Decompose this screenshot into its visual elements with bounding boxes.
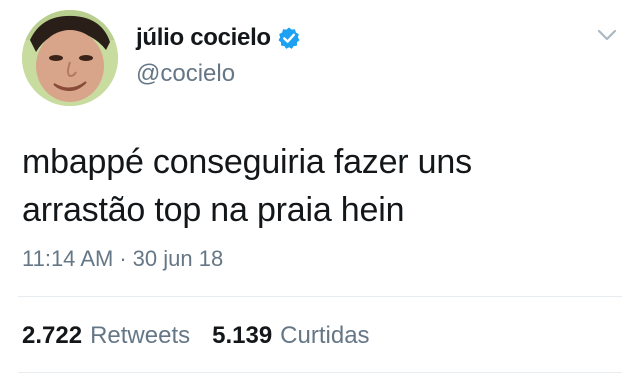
display-name[interactable]: júlio cocielo bbox=[136, 24, 271, 52]
verified-badge-icon bbox=[277, 26, 301, 50]
tweet-stats: 2.722 Retweets 5.139 Curtidas bbox=[22, 322, 370, 350]
tweet-timestamp[interactable]: 11:14 AM · 30 jun 18 bbox=[22, 246, 223, 272]
tweet-text-line: arrastão top na praia hein bbox=[22, 191, 405, 229]
divider bbox=[18, 372, 622, 373]
name-row[interactable]: júlio cocielo bbox=[136, 24, 301, 52]
tweet-text-line: mbappé conseguiria fazer uns bbox=[22, 143, 472, 181]
retweets-stat[interactable]: 2.722 Retweets bbox=[22, 322, 190, 350]
likes-stat[interactable]: 5.139 Curtidas bbox=[212, 322, 369, 350]
retweets-label: Retweets bbox=[90, 322, 191, 349]
tweet-date: 30 jun 18 bbox=[132, 246, 224, 271]
likes-label: Curtidas bbox=[280, 322, 370, 349]
meta-separator: · bbox=[119, 246, 127, 271]
avatar[interactable] bbox=[22, 10, 118, 106]
chevron-down-icon[interactable] bbox=[596, 26, 618, 44]
tweet-card: júlio cocielo @cocielo mbappé conseguiri… bbox=[0, 0, 640, 380]
divider bbox=[18, 296, 622, 297]
tweet-text: mbappé conseguiria fazer uns arrastão to… bbox=[22, 138, 622, 234]
profile-photo-icon bbox=[22, 10, 118, 106]
tweet-time: 11:14 AM bbox=[22, 246, 114, 271]
retweets-count: 2.722 bbox=[22, 322, 83, 349]
user-handle[interactable]: @cocielo bbox=[136, 60, 235, 88]
likes-count: 5.139 bbox=[212, 322, 273, 349]
